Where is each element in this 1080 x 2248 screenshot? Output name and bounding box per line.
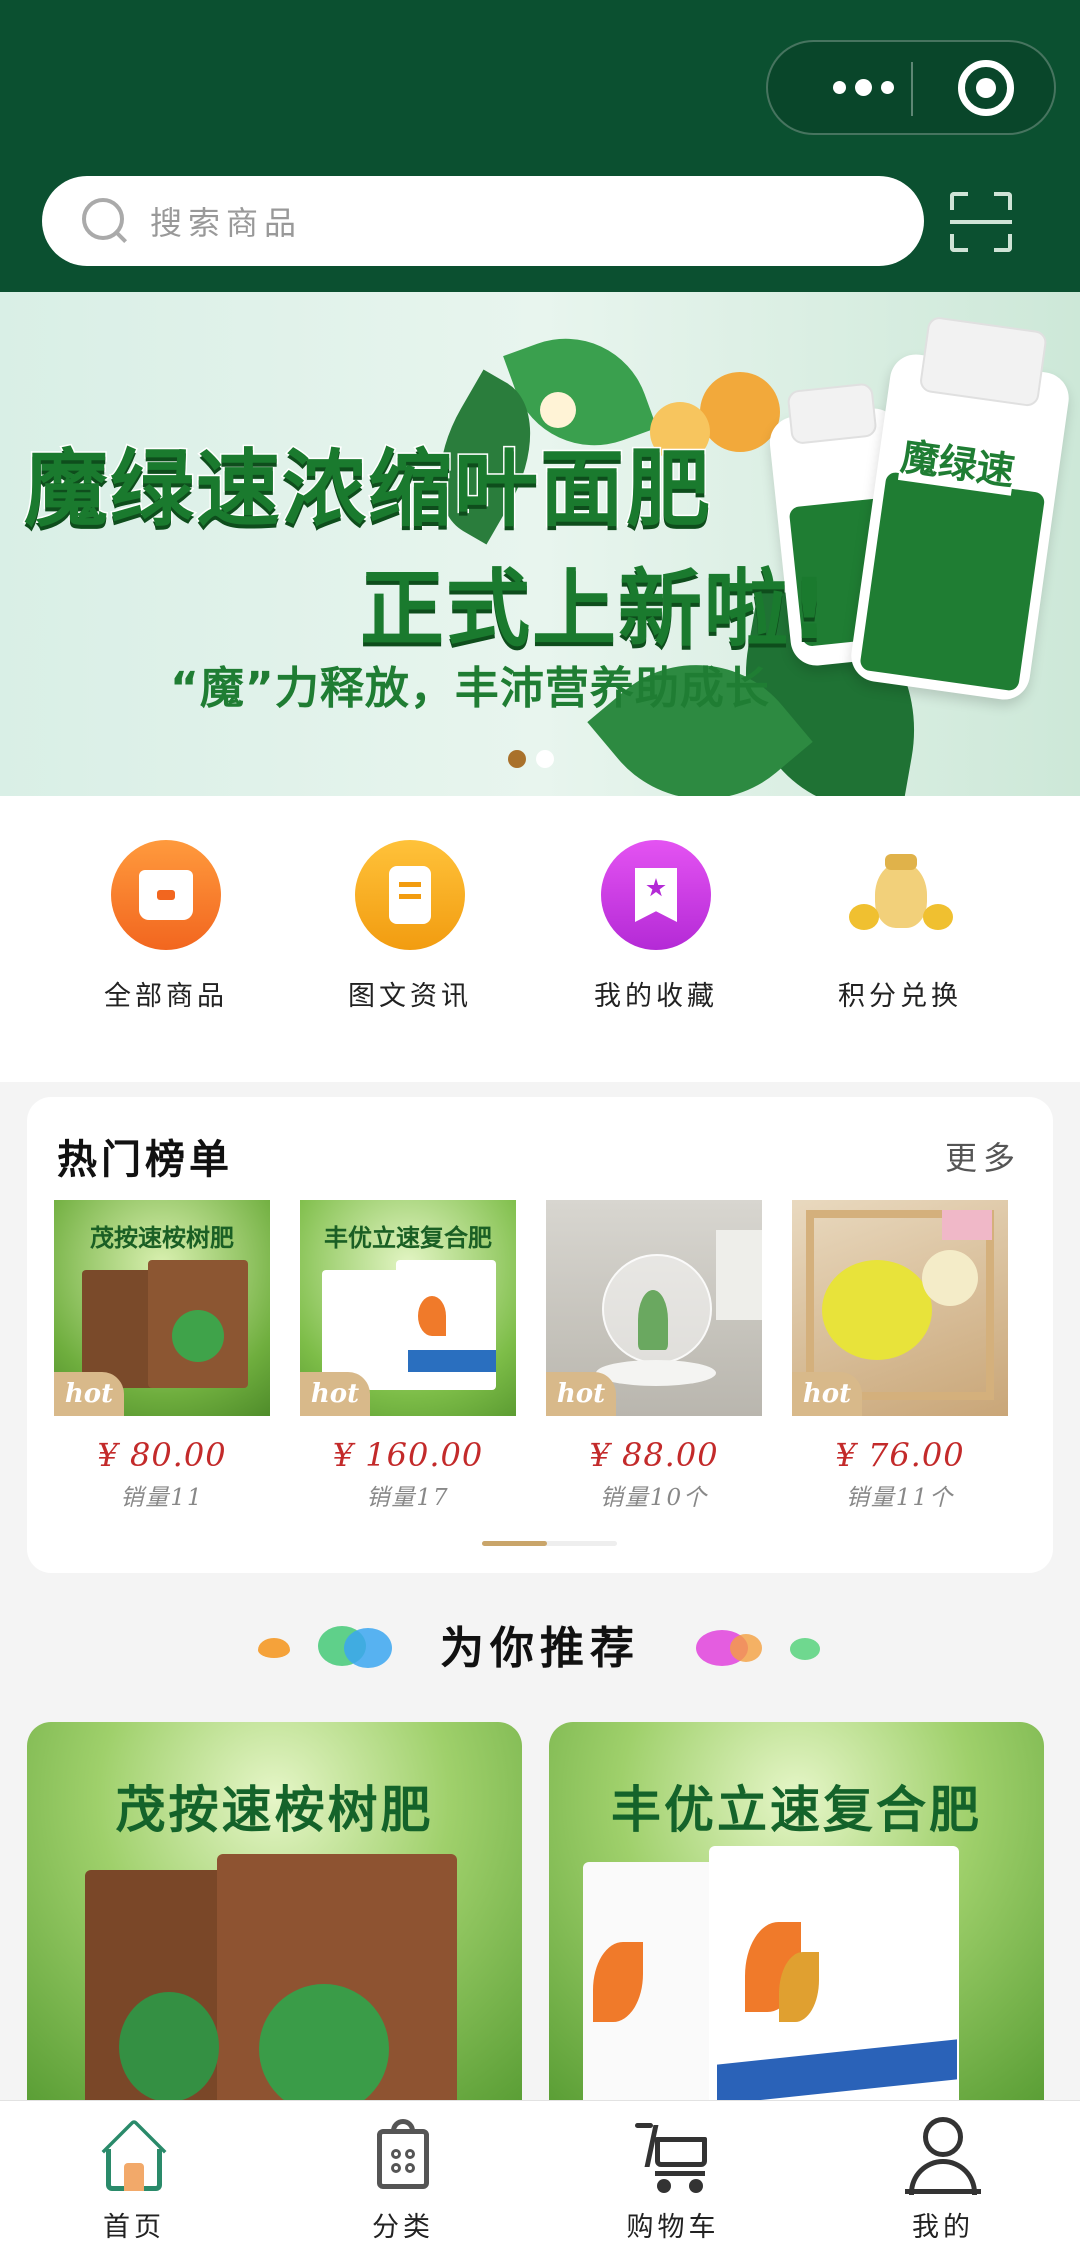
recommend-product-title: 丰优立速复合肥 — [611, 1781, 982, 1839]
tab-profile[interactable]: 我的 — [843, 2115, 1043, 2244]
document-icon — [355, 840, 465, 950]
product-price: ¥ 88.00 — [589, 1436, 719, 1474]
product-bottle-large: 魔绿速 — [847, 315, 1073, 703]
product-image: 丰优立速复合肥 hot — [300, 1200, 516, 1416]
product-sales: 销量10个 — [599, 1485, 709, 1511]
scan-icon[interactable] — [950, 192, 1012, 252]
product-price: ¥ 160.00 — [332, 1436, 484, 1474]
pagination-dot[interactable] — [536, 750, 554, 768]
more-link[interactable]: 更多 — [945, 1133, 1021, 1179]
hot-product-card[interactable]: hot ¥ 76.00 销量11个 — [792, 1200, 1008, 1512]
decor-blob — [790, 1638, 820, 1660]
tab-category[interactable]: 分类 — [303, 2115, 503, 2244]
cart-icon — [633, 2115, 713, 2195]
recommend-product-card[interactable]: 茂按速桉树肥 — [27, 1722, 522, 2102]
bookmark-star-icon — [601, 840, 711, 950]
product-price: ¥ 76.00 — [835, 1436, 965, 1474]
recommend-product-title: 茂按速桉树肥 — [115, 1781, 434, 1839]
money-bag-icon — [845, 840, 955, 950]
product-image: hot — [792, 1200, 1008, 1416]
tab-home[interactable]: 首页 — [34, 2115, 234, 2244]
nav-label: 图文资讯 — [348, 981, 472, 1012]
recommend-product-card[interactable]: 丰优立速复合肥 — [549, 1722, 1044, 2102]
bottom-tab-bar: 首页 分类 购物车 我的 — [0, 2100, 1080, 2248]
product-bag-graphic — [259, 1984, 389, 2102]
product-sales: 销量17 — [366, 1485, 450, 1511]
product-image-caption: 茂按速桉树肥 — [90, 1224, 234, 1252]
tab-label: 购物车 — [626, 2212, 720, 2243]
recommend-title: 为你推荐 — [440, 1623, 640, 1674]
capsule-divider — [911, 62, 913, 116]
search-placeholder: 搜索商品 — [150, 204, 303, 242]
hot-product-card[interactable]: 茂按速桉树肥 hot ¥ 80.00 销量11 — [54, 1200, 270, 1512]
banner-headline-2: 正式上新啦! — [360, 560, 831, 658]
nav-label: 全部商品 — [104, 981, 228, 1012]
mini-program-capsule — [766, 40, 1056, 135]
top-header: 搜索商品 — [0, 0, 1080, 292]
search-bar[interactable]: 搜索商品 — [42, 176, 924, 266]
banner-subtitle: “魔”力释放，丰沛营养助成长 — [170, 663, 770, 714]
tab-label: 首页 — [103, 2212, 165, 2243]
hot-badge: hot — [54, 1372, 124, 1416]
nav-points-exchange[interactable]: 积分兑换 — [800, 840, 1000, 1013]
tab-label: 我的 — [912, 2212, 974, 2243]
banner-headline: 魔绿速浓缩叶面肥 — [22, 439, 713, 540]
tab-cart[interactable]: 购物车 — [573, 2115, 773, 2244]
close-target-icon[interactable] — [958, 60, 1014, 116]
hot-badge: hot — [546, 1372, 616, 1416]
nav-news[interactable]: 图文资讯 — [310, 840, 510, 1013]
product-image: hot — [546, 1200, 762, 1416]
nav-favorites[interactable]: 我的收藏 — [556, 840, 756, 1013]
banner-pagination — [508, 750, 554, 768]
hot-ranking-title: 热门榜单 — [57, 1136, 233, 1183]
search-icon — [82, 198, 128, 244]
tab-label: 分类 — [372, 2212, 434, 2243]
product-sales: 销量11 — [120, 1485, 204, 1511]
product-image-caption: 丰优立速复合肥 — [324, 1224, 492, 1252]
promo-banner[interactable]: 魔绿速 魔绿速浓缩叶面肥 正式上新啦! “魔”力释放，丰沛营养助成长 — [0, 292, 1080, 796]
decor-blob — [730, 1634, 762, 1662]
home-icon — [94, 2115, 174, 2195]
hot-product-card[interactable]: hot ¥ 88.00 销量10个 — [546, 1200, 762, 1512]
product-sales: 销量11个 — [845, 1485, 955, 1511]
profile-icon — [903, 2115, 983, 2195]
product-image: 茂按速桉树肥 hot — [54, 1200, 270, 1416]
more-options-icon[interactable] — [808, 42, 918, 133]
hot-ranking-section: 热门榜单 更多 茂按速桉树肥 hot ¥ 80.00 销量11 丰优立速复合肥 … — [27, 1097, 1053, 1573]
pagination-dot-active[interactable] — [508, 750, 526, 768]
horizontal-scrollbar[interactable] — [482, 1541, 617, 1546]
store-icon — [111, 840, 221, 950]
hot-badge: hot — [792, 1372, 862, 1416]
quick-nav: 全部商品 图文资讯 我的收藏 积分兑换 — [0, 796, 1080, 1082]
nav-all-products[interactable]: 全部商品 — [66, 840, 266, 1013]
hot-product-card[interactable]: 丰优立速复合肥 hot ¥ 160.00 销量17 — [300, 1200, 516, 1512]
product-bag-graphic — [119, 1992, 219, 2102]
nav-label: 我的收藏 — [594, 981, 718, 1012]
category-icon — [363, 2115, 443, 2195]
hot-badge: hot — [300, 1372, 370, 1416]
product-price: ¥ 80.00 — [97, 1436, 227, 1474]
nav-label: 积分兑换 — [838, 981, 962, 1012]
